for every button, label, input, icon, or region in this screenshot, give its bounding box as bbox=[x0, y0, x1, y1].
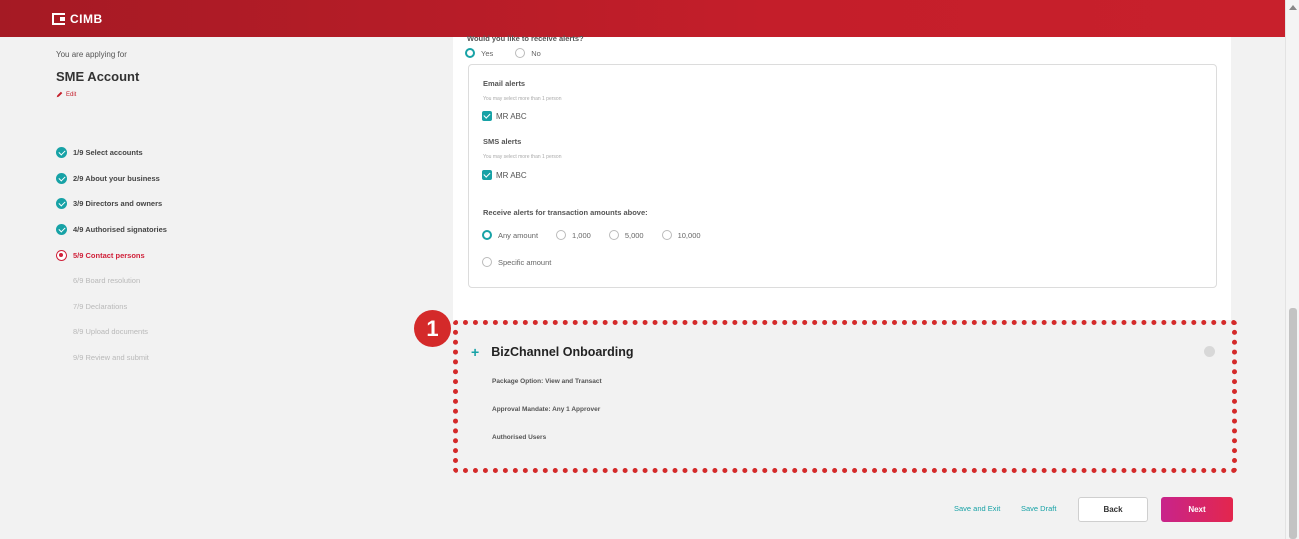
pending-step-icon bbox=[56, 275, 67, 286]
no-label: No bbox=[531, 48, 541, 58]
step-label: 1/9 Select accounts bbox=[73, 148, 143, 158]
amount-threshold-title: Receive alerts for transaction amounts a… bbox=[483, 208, 648, 217]
callout-number-badge: 1 bbox=[414, 310, 451, 347]
step-upload-documents: 8/9 Upload documents bbox=[56, 319, 167, 345]
save-and-exit-link[interactable]: Save and Exit bbox=[954, 504, 1000, 513]
step-label: 7/9 Declarations bbox=[73, 301, 128, 311]
scroll-up-icon[interactable] bbox=[1289, 5, 1297, 10]
email-person-name: MR ABC bbox=[496, 111, 527, 121]
radio-unselected-icon[interactable] bbox=[515, 48, 526, 58]
specific-amount-label: Specific amount bbox=[498, 257, 552, 267]
plus-icon[interactable]: + bbox=[471, 345, 479, 359]
logo-text: CIMB bbox=[70, 11, 103, 26]
edit-link[interactable]: Edit bbox=[56, 91, 396, 98]
info-circle-icon[interactable] bbox=[1204, 346, 1215, 357]
step-label: 2/9 About your business bbox=[73, 173, 160, 183]
check-circle-icon bbox=[56, 198, 67, 210]
scroll-thumb[interactable] bbox=[1289, 308, 1297, 539]
step-label: 4/9 Authorised signatories bbox=[73, 225, 167, 235]
radio-unselected-icon[interactable] bbox=[661, 230, 672, 240]
pending-step-icon bbox=[56, 301, 67, 312]
amount-label: 10,000 bbox=[677, 230, 701, 240]
step-about-business[interactable]: 2/9 About your business bbox=[56, 166, 167, 192]
top-header-bar: CIMB bbox=[0, 0, 1285, 37]
email-alert-person[interactable]: MR ABC bbox=[482, 111, 527, 121]
step-label: 6/9 Board resolution bbox=[73, 276, 141, 286]
pencil-icon bbox=[56, 91, 63, 98]
pending-step-icon bbox=[56, 326, 67, 337]
progress-steps: 1/9 Select accounts 2/9 About your busin… bbox=[56, 140, 167, 370]
amount-option-10000[interactable]: 10,000 bbox=[661, 230, 701, 240]
amount-label: Any amount bbox=[498, 230, 539, 240]
check-circle-icon bbox=[56, 172, 67, 184]
cimb-logo-icon bbox=[52, 12, 65, 25]
pending-step-icon bbox=[56, 352, 67, 363]
next-button[interactable]: Next bbox=[1161, 497, 1233, 522]
account-name: SME Account bbox=[56, 69, 140, 84]
application-sidebar: You are applying for SME Account Edit 1/… bbox=[56, 50, 396, 362]
step-label: 9/9 Review and submit bbox=[73, 353, 149, 363]
radio-unselected-icon[interactable] bbox=[482, 257, 492, 267]
radio-unselected-icon[interactable] bbox=[556, 230, 567, 240]
approval-mandate-text: Approval Mandate: Any 1 Approver bbox=[492, 406, 601, 413]
amount-radio-group: Any amount 1,000 5,000 10,000 bbox=[482, 230, 701, 240]
save-draft-link[interactable]: Save Draft bbox=[1021, 504, 1056, 513]
amount-label: 1,000 bbox=[572, 230, 591, 240]
email-alerts-title: Email alerts bbox=[483, 79, 526, 88]
alerts-radio-group: Yes No bbox=[465, 48, 541, 58]
alerts-no-option[interactable]: No bbox=[515, 48, 541, 58]
amount-option-any[interactable]: Any amount bbox=[482, 230, 538, 240]
step-authorised-signatories[interactable]: 4/9 Authorised signatories bbox=[56, 217, 167, 243]
amount-label: 5,000 bbox=[624, 230, 644, 240]
step-declarations: 7/9 Declarations bbox=[56, 294, 167, 320]
step-label: 5/9 Contact persons bbox=[73, 250, 145, 260]
sms-alerts-help: You may select more than 1 person bbox=[483, 154, 562, 160]
step-directors-owners[interactable]: 3/9 Directors and owners bbox=[56, 191, 167, 217]
alerts-yes-option[interactable]: Yes bbox=[465, 48, 493, 58]
step-board-resolution: 6/9 Board resolution bbox=[56, 268, 167, 294]
step-contact-persons[interactable]: 5/9 Contact persons bbox=[56, 242, 167, 268]
sms-alerts-title: SMS alerts bbox=[483, 137, 522, 146]
radio-selected-icon[interactable] bbox=[482, 230, 492, 240]
radio-unselected-icon[interactable] bbox=[608, 230, 619, 240]
step-select-accounts[interactable]: 1/9 Select accounts bbox=[56, 140, 167, 166]
check-circle-icon bbox=[56, 224, 67, 236]
authorised-users-text: Authorised Users bbox=[492, 434, 547, 441]
check-circle-icon bbox=[56, 147, 67, 159]
step-label: 8/9 Upload documents bbox=[73, 327, 149, 337]
page-scrollbar[interactable] bbox=[1285, 0, 1299, 539]
back-button[interactable]: Back bbox=[1078, 497, 1148, 522]
highlight-dotted-border bbox=[453, 320, 1237, 473]
step-review-submit: 9/9 Review and submit bbox=[56, 345, 167, 371]
applying-for-label: You are applying for bbox=[56, 50, 127, 59]
checkbox-checked-icon[interactable] bbox=[482, 170, 492, 180]
active-step-icon bbox=[56, 249, 67, 261]
yes-label: Yes bbox=[481, 48, 494, 58]
bizchannel-onboarding-section: + BizChannel Onboarding Package Option: … bbox=[453, 320, 1237, 473]
edit-label: Edit bbox=[66, 91, 77, 98]
amount-option-specific[interactable]: Specific amount bbox=[482, 257, 551, 267]
package-option-text: Package Option: View and Transact bbox=[492, 378, 602, 385]
bizchannel-title: BizChannel Onboarding bbox=[491, 345, 634, 359]
contact-alerts-panel: Would you like to receive alerts? Yes No… bbox=[453, 34, 1231, 320]
sms-alert-person[interactable]: MR ABC bbox=[482, 170, 527, 180]
alerts-question: Would you like to receive alerts? bbox=[467, 34, 584, 43]
email-alerts-help: You may select more than 1 person bbox=[483, 96, 562, 102]
cimb-logo[interactable]: CIMB bbox=[52, 12, 103, 26]
checkbox-checked-icon[interactable] bbox=[482, 111, 492, 121]
amount-option-1000[interactable]: 1,000 bbox=[556, 230, 591, 240]
alerts-settings-box: Email alerts You may select more than 1 … bbox=[468, 64, 1217, 288]
sms-person-name: MR ABC bbox=[496, 170, 527, 180]
step-label: 3/9 Directors and owners bbox=[73, 199, 163, 209]
amount-option-5000[interactable]: 5,000 bbox=[608, 230, 644, 240]
bizchannel-header[interactable]: + BizChannel Onboarding bbox=[471, 345, 634, 359]
radio-selected-icon[interactable] bbox=[465, 48, 475, 58]
